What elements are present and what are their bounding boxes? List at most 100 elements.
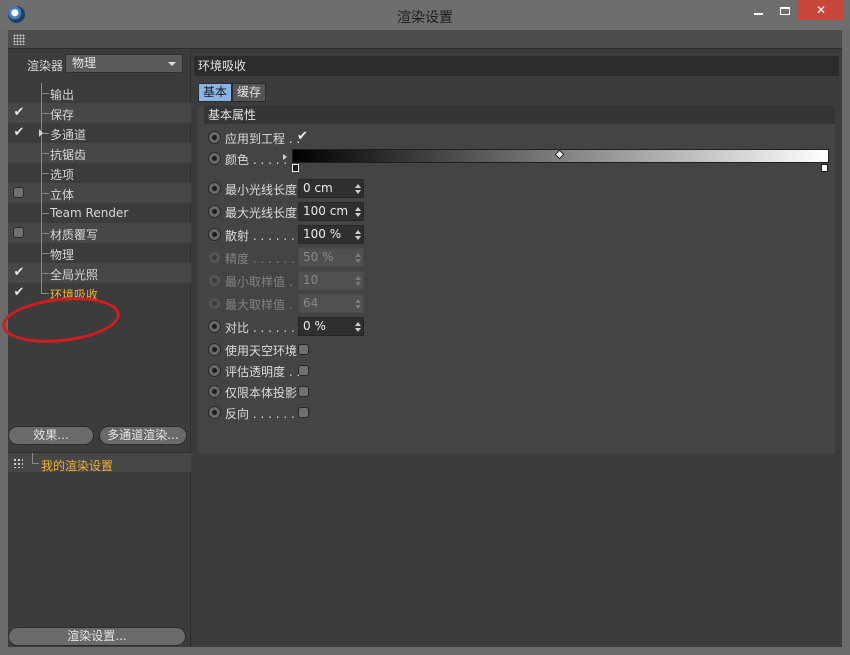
apply-to-project-checkbox[interactable]: ✔ (297, 129, 308, 144)
apply-to-project-label: 应用到工程 . . (225, 132, 301, 146)
animate-radio[interactable] (208, 364, 221, 377)
tree-item-label: 多通道 (50, 128, 87, 142)
spinner-arrows-icon[interactable] (355, 207, 361, 217)
close-icon: ✕ (815, 3, 827, 17)
color-label: 颜色 . . . . . (225, 153, 288, 167)
eval-transparency-label: 评估透明度 . . (225, 365, 301, 379)
tree-item-multipass[interactable]: ✔ 多通道 (8, 123, 191, 143)
window-client: 渲染器 物理 输出 ✔ 保存 ✔ 多通道 抗锯齿 选项 立体 Team Rend… (0, 30, 842, 647)
tree-item-label: 立体 (50, 188, 75, 202)
animate-radio (208, 274, 221, 287)
invert-checkbox[interactable] (298, 407, 309, 418)
tree-item-label: 输出 (50, 88, 75, 102)
tab-cache[interactable]: 缓存 (232, 83, 267, 102)
max-ray-length-field[interactable]: 100 cm (298, 202, 364, 221)
animate-radio[interactable] (208, 385, 221, 398)
spinner-arrows-icon[interactable] (355, 322, 361, 332)
use-sky-label: 使用天空环境 (225, 344, 298, 358)
tree-connector (41, 173, 49, 174)
gradient-knot-black[interactable] (292, 164, 299, 172)
tree-connector (41, 93, 49, 94)
right-panel: 环境吸收 基本 缓存 基本属性 应用到工程 . . ✔ 颜色 . . . . . (194, 50, 842, 647)
tree-item-options[interactable]: 选项 (8, 163, 191, 183)
checkbox[interactable] (13, 227, 24, 238)
tree-item-label: 材质覆写 (50, 228, 99, 242)
animate-radio[interactable] (208, 343, 221, 356)
accuracy-label: 精度 . . . . . . . (225, 252, 303, 266)
animate-radio[interactable] (208, 182, 221, 195)
animate-radio[interactable] (208, 320, 221, 333)
render-settings-icon (13, 458, 23, 468)
tree-item-stereoscopic[interactable]: 立体 (8, 183, 191, 203)
settings-tree: 输出 ✔ 保存 ✔ 多通道 抗锯齿 选项 立体 Team Render 材质覆写… (8, 83, 191, 303)
dispersion-field[interactable]: 100 % (298, 225, 364, 244)
gradient-knot-white[interactable] (821, 164, 828, 172)
spinner-arrows-icon[interactable] (355, 184, 361, 194)
effects-button[interactable]: 效果... (8, 426, 94, 445)
tree-connector (41, 273, 49, 274)
tree-item-label: 选项 (50, 168, 75, 182)
field-value: 0 % (303, 319, 326, 333)
contrast-label: 对比 . . . . . . . (225, 321, 303, 335)
expand-arrow-icon[interactable] (283, 154, 287, 160)
animate-radio[interactable] (208, 228, 221, 241)
checkmark-icon[interactable]: ✔ (13, 106, 25, 119)
checkmark-icon[interactable]: ✔ (13, 126, 25, 139)
close-button[interactable]: ✕ (798, 0, 844, 20)
eval-transparency-checkbox[interactable] (298, 365, 309, 376)
accuracy-field: 50 % (298, 248, 364, 267)
tree-connector (41, 233, 49, 234)
tree-item-physical[interactable]: 物理 (8, 243, 191, 263)
field-value: 10 (303, 273, 319, 287)
animate-radio[interactable] (208, 152, 221, 165)
drag-grip-icon[interactable] (13, 34, 25, 45)
tree-connector (41, 293, 49, 294)
tree-item-global-illumination[interactable]: ✔ 全局光照 (8, 263, 191, 283)
render-settings-list-item[interactable]: 我的渲染设置 (8, 452, 191, 473)
tree-item-save[interactable]: ✔ 保存 (8, 103, 191, 123)
use-sky-checkbox[interactable] (298, 344, 309, 355)
contrast-field[interactable]: 0 % (298, 317, 364, 336)
tree-item-team-render[interactable]: Team Render (8, 203, 191, 223)
tree-connector (41, 253, 49, 254)
toolbar (8, 30, 842, 49)
animate-radio[interactable] (208, 205, 221, 218)
field-value: 0 cm (303, 181, 333, 195)
settings-item-label: 我的渲染设置 (41, 459, 114, 473)
tree-item-material-override[interactable]: 材质覆写 (8, 223, 191, 243)
tab-basic[interactable]: 基本 (198, 83, 233, 102)
render-settings-button[interactable]: 渲染设置... (8, 627, 186, 646)
color-row: 颜色 . . . . . (208, 149, 839, 172)
color-gradient[interactable] (283, 149, 829, 172)
tree-connector (41, 283, 42, 293)
checkmark-icon[interactable]: ✔ (13, 286, 25, 299)
expand-arrow-icon[interactable] (39, 129, 43, 137)
maximize-icon (780, 6, 790, 15)
spinner-arrows-icon[interactable] (355, 230, 361, 240)
basic-properties-group: 基本属性 应用到工程 . . ✔ 颜色 . . . . . 最小光线长度 0 c… (198, 106, 835, 454)
spinner-arrows-icon (355, 276, 361, 286)
tree-item-ambient-occlusion[interactable]: ✔ 环境吸收 (8, 283, 191, 303)
field-value: 100 cm (303, 204, 349, 218)
checkmark-icon[interactable]: ✔ (13, 266, 25, 279)
tree-item-antialiasing[interactable]: 抗锯齿 (8, 143, 191, 163)
tree-item-label: Team Render (50, 206, 129, 220)
tree-connector (41, 153, 49, 154)
min-samples-field: 10 (298, 271, 364, 290)
checkbox[interactable] (13, 187, 24, 198)
renderer-dropdown[interactable]: 物理 (65, 54, 183, 73)
self-shadow-only-checkbox[interactable] (298, 386, 309, 397)
field-value: 64 (303, 296, 319, 310)
spinner-arrows-icon (355, 299, 361, 309)
tree-item-output[interactable]: 输出 (8, 83, 191, 103)
animate-radio[interactable] (208, 406, 221, 419)
min-ray-length-field[interactable]: 0 cm (298, 179, 364, 198)
animate-radio[interactable] (208, 131, 221, 144)
maximize-button[interactable] (772, 0, 798, 20)
tab-bar: 基本 缓存 (198, 83, 267, 102)
animate-radio (208, 297, 221, 310)
title-bar: 渲染设置 ✕ (0, 0, 850, 30)
multipass-render-button[interactable]: 多通道渲染... (99, 426, 187, 445)
minimize-button[interactable] (745, 0, 772, 20)
field-value: 50 % (303, 250, 334, 264)
